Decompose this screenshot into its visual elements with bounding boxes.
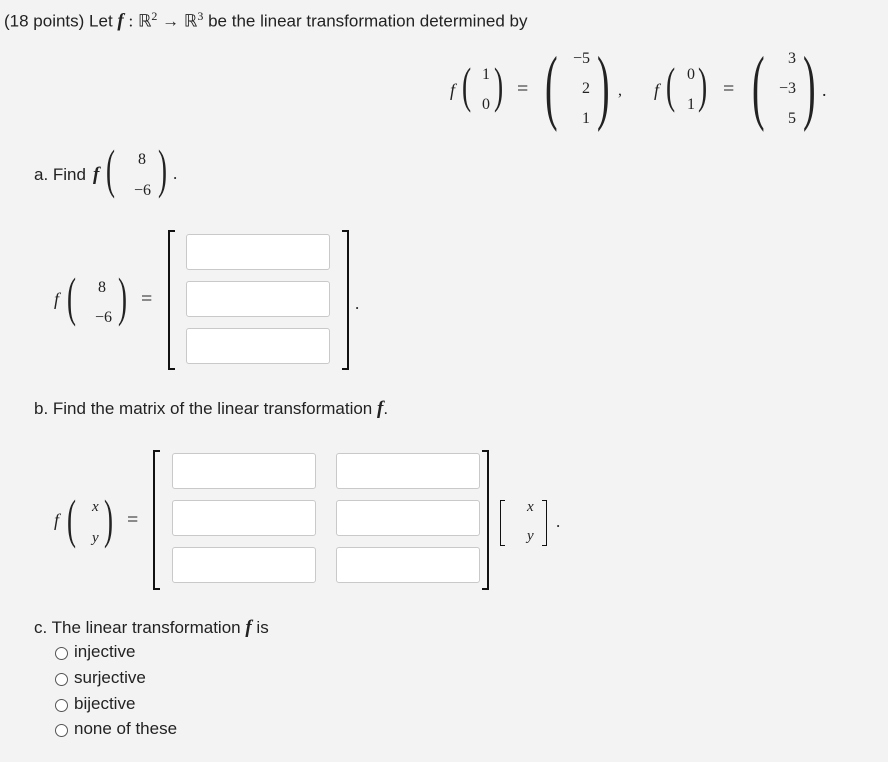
vector-entry: −5 bbox=[572, 50, 590, 67]
left-paren: ( bbox=[666, 57, 676, 113]
left-bracket-small bbox=[500, 500, 505, 546]
vector-entry: −6 bbox=[94, 309, 112, 326]
vector-entry: 1 bbox=[582, 110, 590, 127]
vector-entry: −6 bbox=[133, 182, 151, 199]
left-paren: ( bbox=[752, 40, 765, 133]
option-label[interactable]: none of these bbox=[74, 719, 177, 739]
equals-sign: = bbox=[723, 78, 735, 100]
right-bracket bbox=[342, 230, 349, 370]
answer-a-input-1[interactable] bbox=[186, 234, 330, 270]
option-label[interactable]: injective bbox=[74, 642, 135, 662]
radio-button[interactable] bbox=[55, 647, 68, 660]
period: . bbox=[383, 399, 389, 418]
vector-entry: 3 bbox=[788, 50, 796, 67]
arrow-symbol: → bbox=[162, 11, 180, 31]
points-label: (18 points) Let bbox=[4, 11, 113, 31]
var-y: y bbox=[527, 528, 534, 544]
function-symbol: f bbox=[450, 80, 456, 100]
right-paren: ) bbox=[158, 139, 167, 199]
part-c-label: c. The linear transformation bbox=[34, 618, 241, 637]
right-paren: ) bbox=[494, 57, 504, 113]
domain-exponent: 2 bbox=[151, 9, 158, 23]
left-paren: ( bbox=[106, 139, 115, 199]
colon: : bbox=[128, 11, 134, 31]
right-bracket bbox=[482, 450, 489, 590]
matrix-input-r2c2[interactable] bbox=[336, 500, 480, 536]
matrix-input-r2c1[interactable] bbox=[172, 500, 316, 536]
var-y: y bbox=[92, 530, 99, 546]
period: . bbox=[355, 294, 360, 313]
option-label[interactable]: surjective bbox=[74, 668, 146, 688]
part-b-prompt: b. Find the matrix of the linear transfo… bbox=[34, 398, 388, 420]
vector-entry: 8 bbox=[98, 279, 106, 296]
radio-button[interactable] bbox=[55, 724, 68, 737]
part-b-label: b. Find the matrix of the linear transfo… bbox=[34, 399, 373, 418]
right-paren: ) bbox=[597, 40, 610, 133]
var-x: x bbox=[527, 499, 534, 515]
function-symbol: f bbox=[245, 617, 252, 638]
function-symbol: f bbox=[654, 80, 660, 100]
answer-a-input-3[interactable] bbox=[186, 328, 330, 364]
right-paren: ) bbox=[104, 489, 113, 549]
function-symbol: f bbox=[54, 289, 60, 309]
radio-button[interactable] bbox=[55, 699, 68, 712]
vector-entry: 0 bbox=[687, 66, 695, 83]
equals-sign: = bbox=[127, 509, 139, 531]
var-x: x bbox=[92, 499, 99, 515]
matrix-input-r1c1[interactable] bbox=[172, 453, 316, 489]
left-bracket bbox=[168, 230, 175, 370]
part-a-label: a. Find bbox=[34, 165, 86, 184]
option-label[interactable]: bijective bbox=[74, 694, 135, 714]
matrix-input-r1c2[interactable] bbox=[336, 453, 480, 489]
vector-entry: 1 bbox=[687, 96, 695, 113]
right-paren: ) bbox=[118, 267, 127, 327]
comma: , bbox=[618, 82, 622, 99]
right-paren: ) bbox=[803, 40, 816, 133]
domain-symbol: ℝ bbox=[137, 11, 152, 32]
left-bracket bbox=[153, 450, 160, 590]
right-bracket-small bbox=[542, 500, 547, 546]
problem-statement: (18 points) Let f : ℝ2 → ℝ3 be the linea… bbox=[4, 9, 528, 33]
equals-sign: = bbox=[141, 288, 153, 310]
part-c-label-end: is bbox=[256, 618, 269, 637]
right-paren: ) bbox=[698, 57, 708, 113]
function-symbol: f bbox=[54, 510, 60, 530]
period: . bbox=[556, 512, 561, 531]
period: . bbox=[822, 80, 827, 100]
vector-entry: 0 bbox=[482, 96, 490, 113]
vector-entry: 1 bbox=[482, 66, 490, 83]
statement-rest: be the linear transformation determined … bbox=[208, 11, 528, 31]
codomain-symbol: ℝ bbox=[183, 11, 198, 32]
equals-sign: = bbox=[517, 78, 529, 100]
matrix-input-r3c2[interactable] bbox=[336, 547, 480, 583]
left-paren: ( bbox=[545, 40, 558, 133]
part-c-prompt: c. The linear transformation f is bbox=[34, 617, 269, 639]
matrix-input-r3c1[interactable] bbox=[172, 547, 316, 583]
left-paren: ( bbox=[67, 489, 76, 549]
vector-entry: 2 bbox=[582, 80, 590, 97]
vector-entry: 8 bbox=[138, 151, 146, 168]
period: . bbox=[173, 164, 178, 183]
function-symbol: f bbox=[117, 10, 124, 32]
answer-a-input-2[interactable] bbox=[186, 281, 330, 317]
codomain-exponent: 3 bbox=[197, 9, 204, 23]
vector-entry: −3 bbox=[778, 80, 796, 97]
radio-button[interactable] bbox=[55, 673, 68, 686]
vector-entry: 5 bbox=[788, 110, 796, 127]
left-paren: ( bbox=[67, 267, 76, 327]
function-symbol: f bbox=[93, 164, 100, 185]
